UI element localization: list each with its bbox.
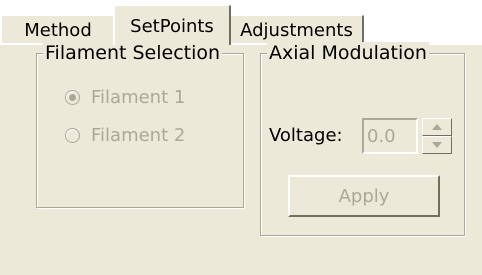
filament-2-label: Filament 2 [91, 124, 186, 146]
tab-adjustments[interactable]: Adjustments [229, 14, 364, 44]
filament-1-option[interactable]: Filament 1 [65, 85, 185, 109]
voltage-spin-down-button[interactable] [422, 136, 452, 154]
tab-setpoints[interactable]: SetPoints [113, 4, 231, 45]
axial-modulation-title: Axial Modulation [267, 42, 429, 64]
filament-2-radio[interactable] [65, 127, 80, 143]
filament-2-option[interactable]: Filament 2 [65, 123, 185, 147]
apply-button[interactable]: Apply [288, 175, 440, 217]
filament-selection-group: Filament Selection Filament 1 Filament 2 [36, 42, 244, 208]
filament-selection-title: Filament Selection [43, 42, 223, 64]
filament-1-label: Filament 1 [91, 86, 186, 108]
voltage-spin-up-button[interactable] [422, 118, 452, 136]
filament-1-radio[interactable] [65, 89, 80, 105]
chevron-down-icon [432, 142, 442, 148]
tab-method[interactable]: Method [0, 14, 116, 44]
voltage-label: Voltage: [269, 125, 343, 146]
chevron-up-icon [432, 124, 442, 130]
voltage-input[interactable] [362, 118, 418, 154]
